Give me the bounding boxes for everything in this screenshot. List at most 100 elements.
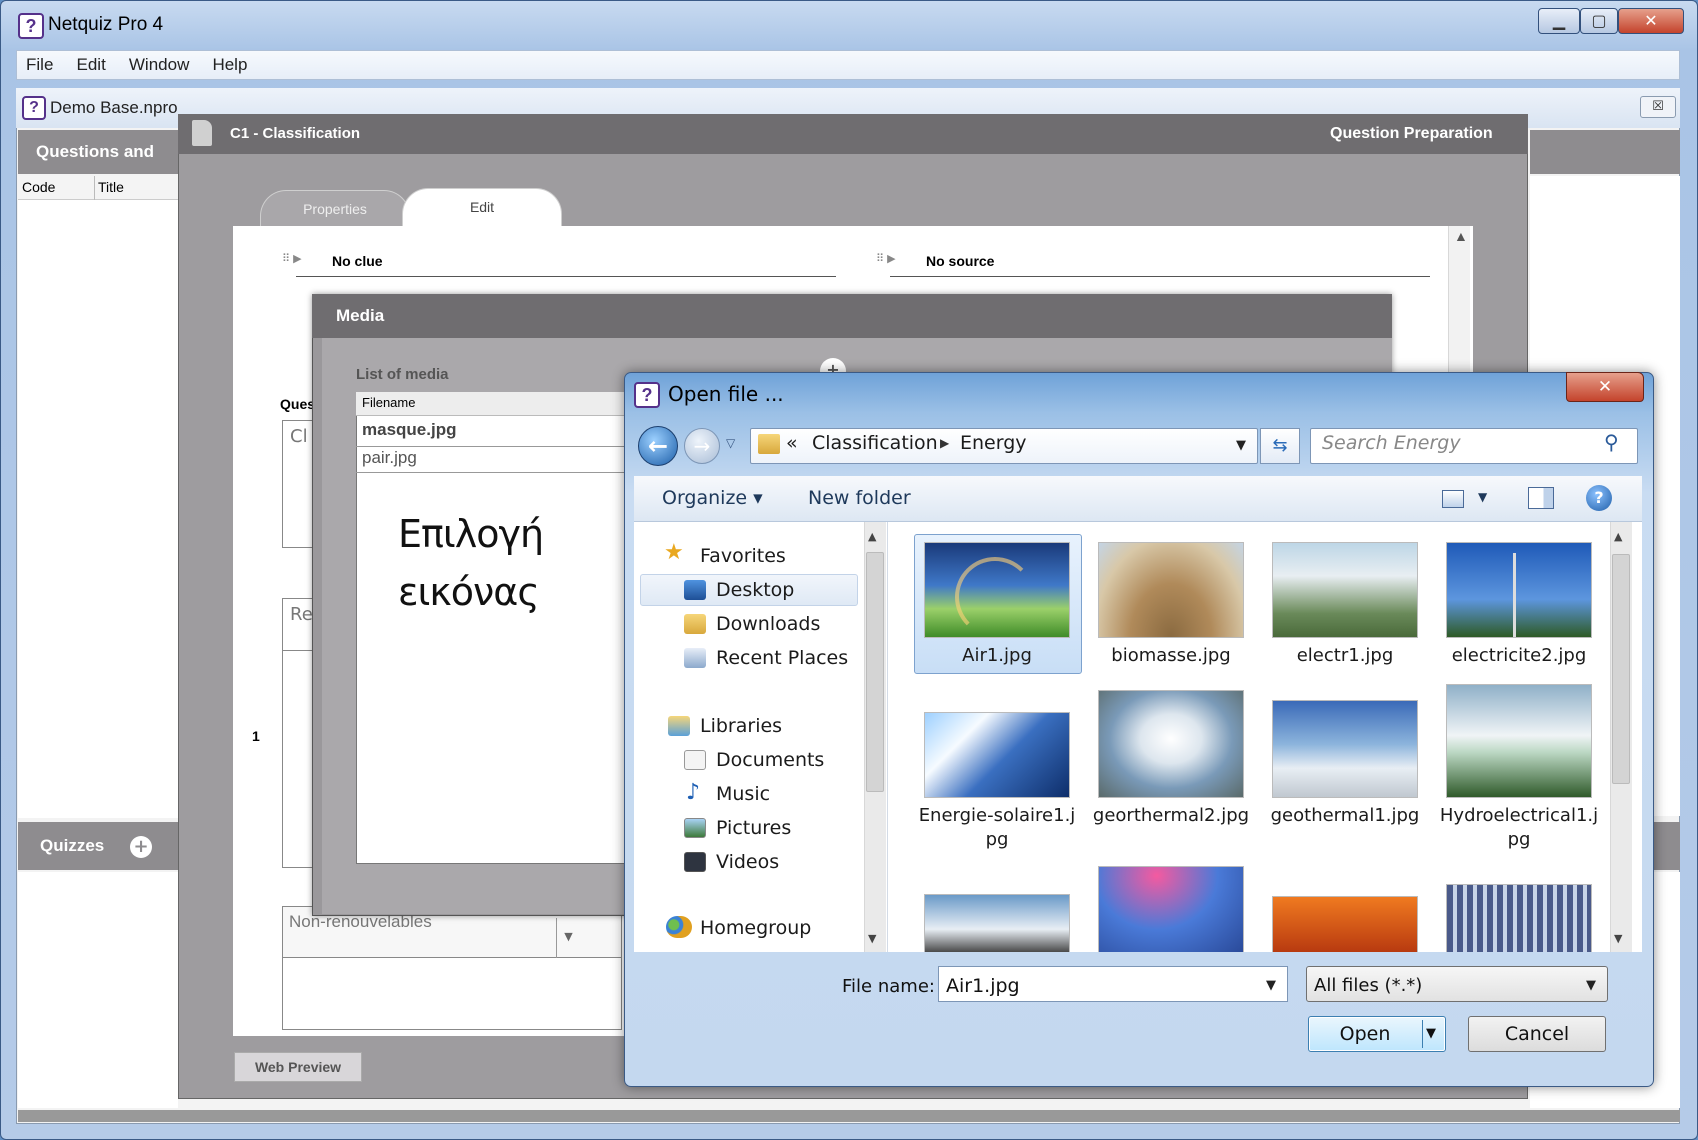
file-biomasse[interactable]: biomasse.jpg bbox=[1084, 644, 1258, 668]
thumb-row3-1[interactable] bbox=[924, 894, 1070, 952]
file-scroll-up-icon[interactable]: ▲ bbox=[1614, 530, 1622, 543]
nav-pictures[interactable]: Pictures bbox=[716, 817, 791, 839]
thumb-row3-3[interactable] bbox=[1272, 896, 1418, 952]
file-hydroelectrical1[interactable]: Hydroelectrical1.j pg bbox=[1432, 804, 1606, 852]
views-icon[interactable] bbox=[1442, 490, 1464, 508]
nav-documents[interactable]: Documents bbox=[716, 749, 824, 771]
recent-places-icon bbox=[684, 648, 706, 668]
media-row-divider-2 bbox=[356, 472, 646, 473]
nav-scroll-down-icon[interactable]: ▼ bbox=[868, 932, 876, 945]
nav-scroll-thumb[interactable] bbox=[866, 552, 884, 792]
desktop-icon bbox=[684, 580, 706, 600]
col-title[interactable]: Title bbox=[98, 179, 124, 195]
pictures-icon bbox=[684, 818, 706, 838]
breadcrumb-classification[interactable]: Classification bbox=[812, 432, 938, 454]
thumb-electr1[interactable] bbox=[1272, 542, 1418, 638]
breadcrumb-arrow-icon[interactable]: ▶ bbox=[940, 436, 949, 450]
organize-button[interactable]: Organize ▾ bbox=[662, 487, 763, 509]
thumb-biomasse[interactable] bbox=[1098, 542, 1244, 638]
thumb-row3-2[interactable] bbox=[1098, 866, 1244, 952]
nav-favorites[interactable]: Favorites bbox=[700, 545, 786, 567]
tab-properties[interactable]: Properties bbox=[260, 190, 410, 226]
col-code[interactable]: Code bbox=[22, 179, 55, 195]
pylon-shape bbox=[1513, 553, 1516, 637]
file-energie-solaire1[interactable]: Energie-solaire1.j pg bbox=[910, 804, 1084, 852]
views-dropdown-icon[interactable]: ▼ bbox=[1478, 490, 1487, 504]
music-icon: ♪ bbox=[686, 780, 701, 805]
nav-libraries[interactable]: Libraries bbox=[700, 715, 782, 737]
nonrenew-content[interactable] bbox=[282, 958, 622, 1030]
web-preview-button[interactable]: Web Preview bbox=[234, 1052, 362, 1082]
thumb-energie-solaire1[interactable] bbox=[924, 712, 1070, 798]
nav-desktop[interactable]: Desktop bbox=[716, 579, 794, 601]
close-button[interactable]: ✕ bbox=[1618, 8, 1684, 34]
filter-dropdown-icon[interactable]: ▼ bbox=[1586, 978, 1596, 993]
dialog-title: Open file ... bbox=[668, 382, 784, 406]
nav-music[interactable]: Music bbox=[716, 783, 770, 805]
close-doc-icon[interactable]: ☒ bbox=[1640, 96, 1676, 118]
nav-recent-places[interactable]: Recent Places bbox=[716, 647, 848, 669]
history-dropdown-icon[interactable]: ▽ bbox=[726, 436, 735, 450]
editor-titlebar bbox=[178, 114, 1528, 154]
drag-handle-icon-2[interactable]: ⠿ ▶ bbox=[876, 252, 896, 265]
breadcrumb-energy[interactable]: Energy bbox=[960, 432, 1027, 454]
file-scroll-thumb[interactable] bbox=[1612, 554, 1630, 784]
file-georthermal2[interactable]: georthermal2.jpg bbox=[1084, 804, 1258, 828]
minimize-button[interactable]: ▁ bbox=[1538, 8, 1580, 34]
quizzes-list bbox=[18, 872, 178, 1108]
help-icon[interactable]: ? bbox=[1586, 485, 1612, 511]
thumb-georthermal2[interactable] bbox=[1098, 690, 1244, 798]
thumb-hydroelectrical1[interactable] bbox=[1446, 684, 1592, 798]
media-file-1[interactable]: masque.jpg bbox=[362, 420, 456, 440]
file-scroll-down-icon[interactable]: ▼ bbox=[1614, 932, 1622, 945]
clue-label[interactable]: No clue bbox=[332, 253, 383, 269]
filename-dropdown-icon[interactable]: ▼ bbox=[1266, 978, 1276, 993]
videos-icon bbox=[684, 852, 706, 872]
nav-homegroup[interactable]: Homegroup bbox=[700, 917, 811, 939]
dialog-close-button[interactable]: ✕ bbox=[1566, 372, 1644, 402]
dialog-icon: ? bbox=[634, 382, 660, 408]
nonrenew-spinner[interactable]: ▼ bbox=[556, 918, 580, 958]
nav-downloads[interactable]: Downloads bbox=[716, 613, 820, 635]
open-dropdown-icon[interactable]: ▼ bbox=[1426, 1026, 1436, 1041]
nav-videos[interactable]: Videos bbox=[716, 851, 779, 873]
page-icon bbox=[192, 120, 212, 146]
new-folder-button[interactable]: New folder bbox=[808, 487, 911, 509]
source-label[interactable]: No source bbox=[926, 253, 994, 269]
maximize-button[interactable]: ▢ bbox=[1580, 8, 1618, 34]
file-air1[interactable]: Air1.jpg bbox=[910, 644, 1084, 668]
scroll-up-icon[interactable]: ▲ bbox=[1454, 228, 1468, 244]
tab-edit[interactable]: Edit bbox=[402, 188, 562, 226]
document-title: Demo Base.npro bbox=[50, 98, 178, 117]
menu-file[interactable]: File bbox=[17, 51, 62, 79]
thumb-air1[interactable] bbox=[924, 542, 1070, 638]
editor-title: C1 - Classification bbox=[230, 125, 361, 142]
source-underline bbox=[890, 276, 1430, 277]
menu-help[interactable]: Help bbox=[203, 51, 256, 79]
thumb-electricite2[interactable] bbox=[1446, 542, 1592, 638]
search-icon[interactable]: ⚲ bbox=[1604, 430, 1619, 454]
status-strip bbox=[18, 1110, 1680, 1122]
drag-handle-icon[interactable]: ⠿ ▶ bbox=[282, 252, 302, 265]
nav-scroll-up-icon[interactable]: ▲ bbox=[868, 530, 876, 543]
address-dropdown-icon[interactable]: ▼ bbox=[1236, 438, 1246, 453]
thumb-row3-4[interactable] bbox=[1446, 884, 1592, 952]
media-file-2[interactable]: pair.jpg bbox=[362, 448, 417, 468]
cancel-button[interactable]: Cancel bbox=[1468, 1016, 1606, 1052]
menu-window[interactable]: Window bbox=[120, 51, 198, 79]
menu-edit[interactable]: Edit bbox=[68, 51, 115, 79]
file-electr1[interactable]: electr1.jpg bbox=[1258, 644, 1432, 668]
thumb-geothermal1[interactable] bbox=[1272, 700, 1418, 798]
back-button[interactable]: ← bbox=[638, 426, 678, 466]
breadcrumb-prefix[interactable]: « bbox=[786, 432, 798, 454]
dialog-toolbar bbox=[634, 476, 1642, 522]
folder-icon bbox=[758, 434, 780, 454]
refresh-icon[interactable]: ⇆ bbox=[1260, 428, 1300, 464]
preview-pane-icon[interactable] bbox=[1528, 487, 1554, 509]
libraries-icon bbox=[668, 716, 690, 736]
file-geothermal1[interactable]: geothermal1.jpg bbox=[1258, 804, 1432, 828]
add-quiz-icon[interactable]: + bbox=[130, 836, 152, 858]
forward-button[interactable]: → bbox=[684, 428, 720, 464]
file-electricite2[interactable]: electricite2.jpg bbox=[1432, 644, 1606, 668]
re-text: Re bbox=[290, 604, 313, 625]
